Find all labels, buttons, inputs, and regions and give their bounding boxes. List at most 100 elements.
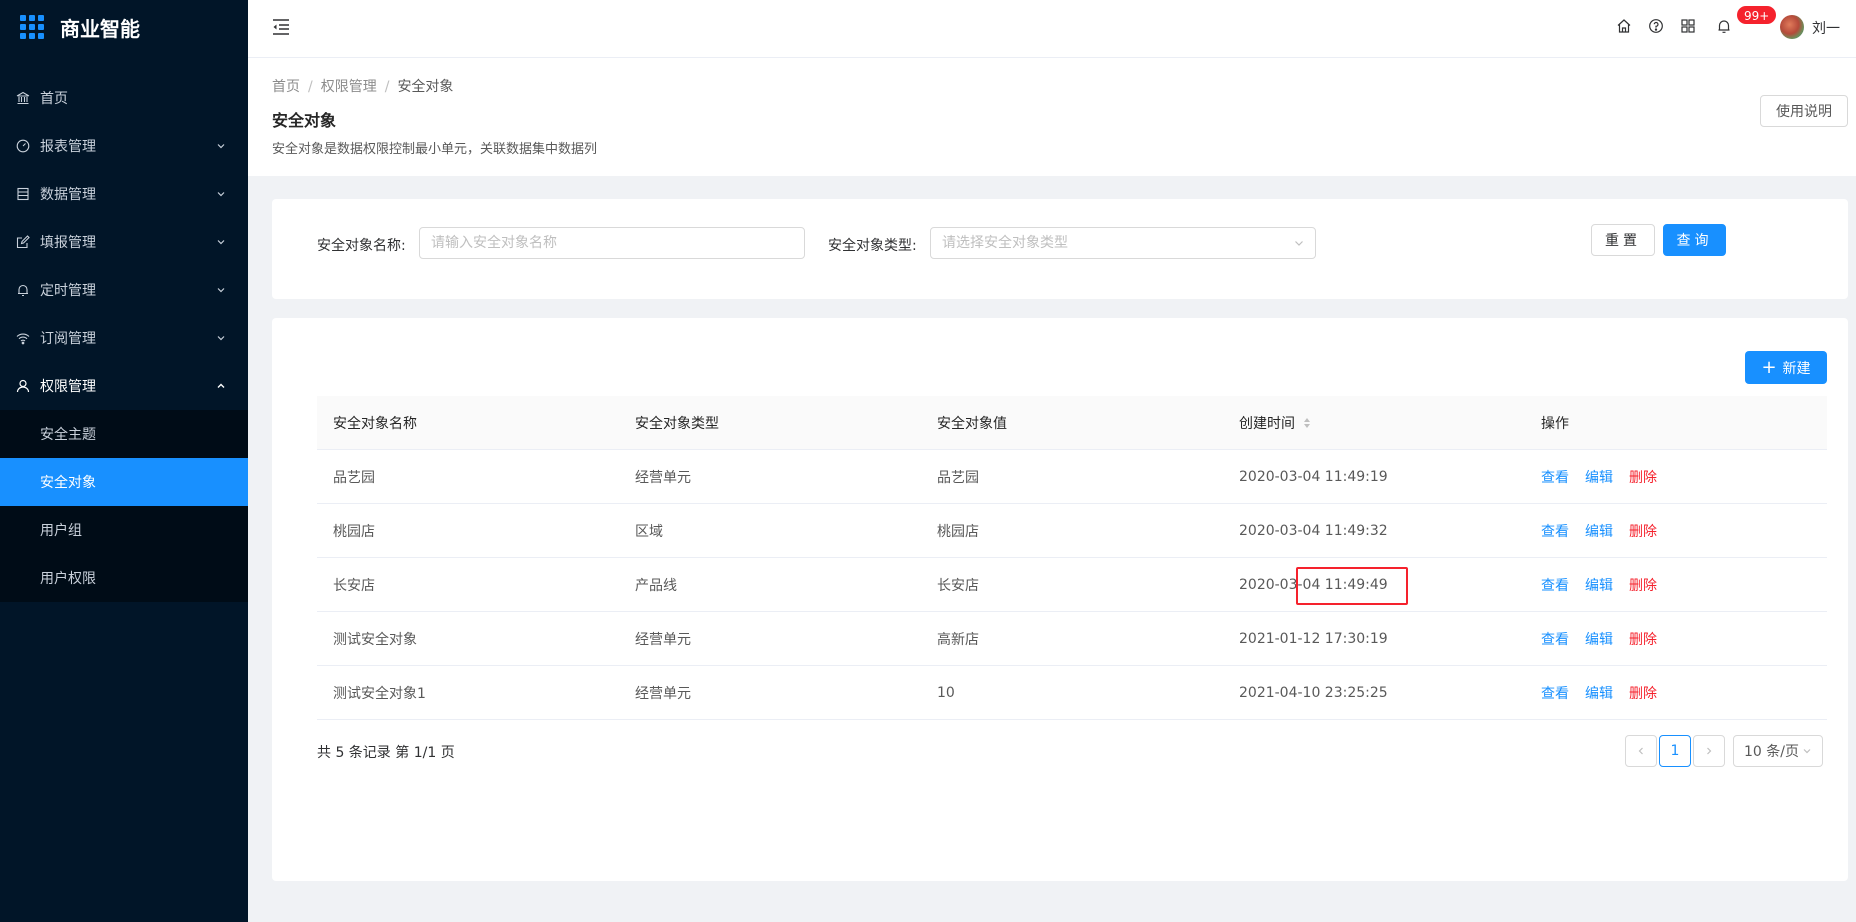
delete-link[interactable]: 删除 bbox=[1629, 686, 1657, 702]
view-link[interactable]: 查看 bbox=[1541, 524, 1569, 540]
sidebar-item-home[interactable]: 首页 bbox=[0, 74, 248, 122]
search-form: 安全对象名称: 请输入安全对象名称 安全对象类型: 请选择安全对象类型 重置 查… bbox=[272, 199, 1848, 299]
menu-fold-icon[interactable] bbox=[271, 18, 291, 36]
prev-page-button[interactable] bbox=[1625, 735, 1657, 767]
cell-created: 2020-03-04 11:49:49 bbox=[1239, 576, 1388, 593]
edit-link[interactable]: 编辑 bbox=[1585, 578, 1613, 594]
page-number-button[interactable]: 1 bbox=[1659, 735, 1691, 767]
sidebar-item-user-group[interactable]: 用户组 bbox=[0, 506, 248, 554]
apps-icon[interactable] bbox=[1680, 18, 1696, 34]
edit-link[interactable]: 编辑 bbox=[1585, 524, 1613, 540]
bell-icon[interactable] bbox=[1716, 18, 1732, 34]
chevron-down-icon bbox=[217, 192, 225, 197]
chevron-up-icon bbox=[217, 383, 225, 388]
edit-link[interactable]: 编辑 bbox=[1585, 632, 1613, 648]
sidebar-item-security-topic[interactable]: 安全主题 bbox=[0, 410, 248, 458]
type-select-placeholder: 请选择安全对象类型 bbox=[942, 235, 1068, 251]
cell-type: 区域 bbox=[635, 523, 663, 540]
page-description: 安全对象是数据权限控制最小单元，关联数据集中数据列 bbox=[272, 142, 598, 157]
reset-button[interactable]: 重置 bbox=[1591, 224, 1655, 256]
delete-link[interactable]: 删除 bbox=[1629, 632, 1657, 648]
table-row: 品艺园 经营单元 品艺园 2020-03-04 11:49:19 查看 编辑 删除 bbox=[317, 450, 1827, 504]
cell-value: 高新店 bbox=[937, 631, 979, 648]
sidebar-item-subscription[interactable]: 订阅管理 bbox=[0, 314, 248, 362]
delete-link[interactable]: 删除 bbox=[1629, 470, 1657, 486]
column-header-actions: 操作 bbox=[1541, 415, 1569, 432]
view-link[interactable]: 查看 bbox=[1541, 686, 1569, 702]
home-icon[interactable] bbox=[1616, 18, 1632, 34]
cell-value: 品艺园 bbox=[937, 469, 979, 486]
sidebar-item-label: 首页 bbox=[40, 91, 68, 107]
sidebar-item-label: 安全对象 bbox=[40, 475, 96, 491]
chevron-down-icon bbox=[217, 240, 225, 245]
view-link[interactable]: 查看 bbox=[1541, 470, 1569, 486]
sidebar: 商业智能 首页 报表管理 数据管理 填报管理 定时管理 订阅管理 权限管理 安全… bbox=[0, 0, 248, 922]
column-header-type: 安全对象类型 bbox=[635, 415, 719, 432]
cell-type: 经营单元 bbox=[635, 631, 691, 648]
edit-link[interactable]: 编辑 bbox=[1585, 686, 1613, 702]
chevron-down-icon bbox=[217, 144, 225, 149]
sidebar-item-user-permission[interactable]: 用户权限 bbox=[0, 554, 248, 602]
cell-created: 2020-03-04 11:49:32 bbox=[1239, 522, 1388, 539]
edit-link[interactable]: 编辑 bbox=[1585, 470, 1613, 486]
table-body: 品艺园 经营单元 品艺园 2020-03-04 11:49:19 查看 编辑 删除 桃园店 区域… bbox=[317, 450, 1827, 720]
column-header-created[interactable]: 创建时间 bbox=[1223, 413, 1525, 433]
notification-badge: 99+ bbox=[1736, 5, 1778, 25]
query-button[interactable]: 查询 bbox=[1663, 224, 1726, 256]
name-search-input[interactable]: 请输入安全对象名称 bbox=[419, 227, 805, 259]
help-icon[interactable] bbox=[1648, 18, 1664, 34]
sidebar-item-label: 定时管理 bbox=[40, 283, 96, 299]
sort-icon[interactable] bbox=[1303, 417, 1311, 429]
page-size-value: 10 条/页 bbox=[1744, 744, 1799, 760]
chevron-left-icon bbox=[1638, 747, 1643, 755]
pagination-summary: 共 5 条记录 第 1/1 页 bbox=[317, 745, 455, 761]
new-button[interactable]: + 新建 bbox=[1745, 351, 1827, 384]
user-icon bbox=[16, 379, 30, 393]
logo[interactable]: 商业智能 bbox=[0, 0, 248, 54]
page-header: 首页 / 权限管理 / 安全对象 安全对象 安全对象是数据权限控制最小单元，关联数据集中… bbox=[248, 58, 1856, 176]
cell-value: 10 bbox=[937, 684, 955, 701]
type-select[interactable]: 请选择安全对象类型 bbox=[930, 227, 1316, 259]
permissions-submenu: 安全主题 安全对象 用户组 用户权限 bbox=[0, 410, 248, 602]
sidebar-item-data[interactable]: 数据管理 bbox=[0, 170, 248, 218]
sidebar-item-security-object[interactable]: 安全对象 bbox=[0, 458, 248, 506]
view-link[interactable]: 查看 bbox=[1541, 632, 1569, 648]
apps-grid-icon bbox=[20, 15, 44, 39]
cell-name: 测试安全对象1 bbox=[333, 685, 426, 702]
breadcrumb-parent[interactable]: 权限管理 bbox=[321, 79, 377, 95]
sidebar-item-schedule[interactable]: 定时管理 bbox=[0, 266, 248, 314]
avatar[interactable] bbox=[1780, 15, 1804, 39]
table-row: 测试安全对象1 经营单元 10 2021-04-10 23:25:25 查看 编辑 删除 bbox=[317, 666, 1827, 720]
sidebar-item-reports[interactable]: 报表管理 bbox=[0, 122, 248, 170]
column-header-label: 创建时间 bbox=[1239, 415, 1295, 432]
cell-actions: 查看 编辑 删除 bbox=[1525, 521, 1827, 541]
page-size-select[interactable]: 10 条/页 bbox=[1733, 735, 1823, 767]
dashboard-icon bbox=[16, 139, 30, 153]
usage-guide-button[interactable]: 使用说明 bbox=[1760, 95, 1848, 127]
delete-link[interactable]: 删除 bbox=[1629, 524, 1657, 540]
logo-text: 商业智能 bbox=[60, 16, 140, 41]
username[interactable]: 刘一 bbox=[1812, 18, 1840, 38]
sidebar-item-label: 权限管理 bbox=[40, 379, 96, 395]
view-link[interactable]: 查看 bbox=[1541, 578, 1569, 594]
sidebar-item-label: 填报管理 bbox=[40, 235, 96, 251]
cell-name: 品艺园 bbox=[333, 469, 375, 486]
breadcrumb-home[interactable]: 首页 bbox=[272, 79, 300, 95]
table-header: 安全对象名称 安全对象类型 安全对象值 创建时间 操作 bbox=[317, 396, 1827, 450]
form-edit-icon bbox=[16, 235, 30, 249]
next-page-button[interactable] bbox=[1693, 735, 1725, 767]
plus-icon: + bbox=[1761, 356, 1777, 378]
sidebar-item-label: 数据管理 bbox=[40, 187, 96, 203]
cell-type: 经营单元 bbox=[635, 469, 691, 486]
sidebar-item-forms[interactable]: 填报管理 bbox=[0, 218, 248, 266]
chevron-down-icon bbox=[217, 288, 225, 293]
cell-created: 2020-03-04 11:49:19 bbox=[1239, 468, 1388, 485]
sidebar-item-label: 用户组 bbox=[40, 523, 82, 539]
cell-type: 产品线 bbox=[635, 577, 677, 594]
breadcrumb-current: 安全对象 bbox=[397, 79, 454, 95]
chevron-down-icon bbox=[1803, 749, 1811, 754]
new-button-label: 新建 bbox=[1782, 360, 1811, 377]
cell-actions: 查看 编辑 删除 bbox=[1525, 467, 1827, 487]
sidebar-item-permissions[interactable]: 权限管理 bbox=[0, 362, 248, 410]
delete-link[interactable]: 删除 bbox=[1629, 578, 1657, 594]
